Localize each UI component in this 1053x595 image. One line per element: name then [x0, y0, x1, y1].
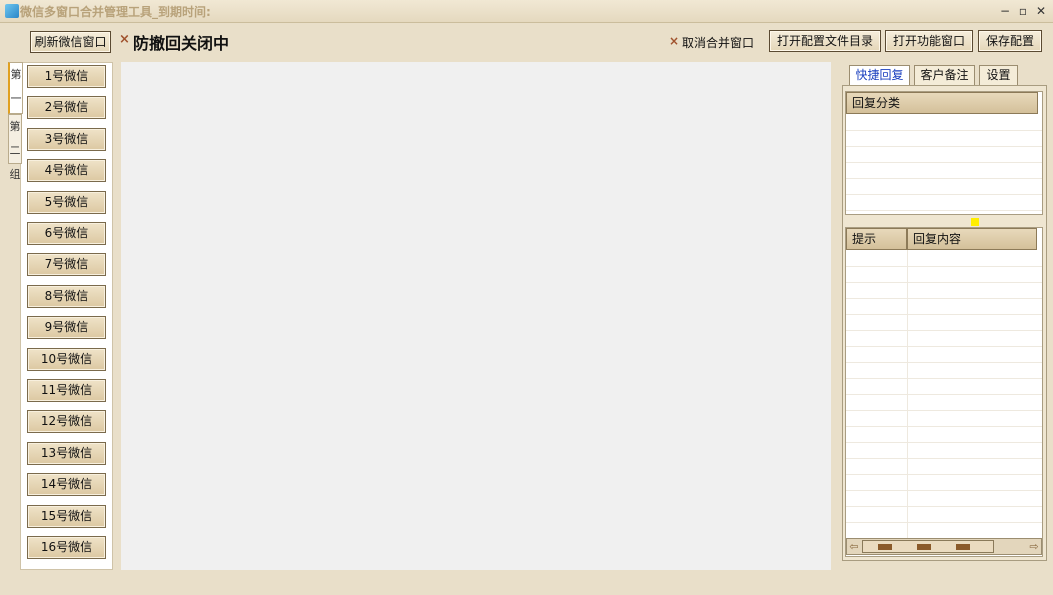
wechat-button-3[interactable]: 3号微信	[27, 127, 106, 151]
anti-recall-status: 防撤回关闭中	[133, 34, 230, 53]
wechat-button-10[interactable]: 10号微信	[27, 347, 106, 371]
scroll-left-icon[interactable]: ⇦	[847, 539, 861, 554]
window-title: 微信多窗口合并管理工具_到期时间:	[20, 5, 211, 19]
wechat-button-13[interactable]: 13号微信	[27, 441, 106, 465]
reply-category-grid[interactable]: 回复分类	[845, 91, 1043, 215]
maximize-button[interactable]: ▫	[1015, 3, 1031, 19]
anti-recall-icon: ×	[119, 32, 130, 47]
wechat-button-1[interactable]: 1号微信	[27, 65, 106, 88]
scroll-right-icon[interactable]: ⇨	[1027, 539, 1041, 554]
refresh-wechat-button[interactable]: 刷新微信窗口	[30, 31, 111, 53]
wechat-button-6[interactable]: 6号微信	[27, 222, 106, 245]
wechat-button-15[interactable]: 15号微信	[27, 504, 106, 528]
tab-customer-notes[interactable]: 客户备注	[914, 65, 975, 85]
cancel-merge-icon[interactable]: ×	[669, 34, 679, 48]
cancel-merge-link[interactable]: 取消合并窗口	[682, 34, 754, 51]
tab-settings[interactable]: 设置	[979, 65, 1018, 85]
group-tab-2[interactable]: 第二组	[8, 114, 22, 181]
open-config-dir-button[interactable]: 打开配置文件目录	[769, 30, 881, 52]
tab-quick-reply[interactable]: 快捷回复	[849, 65, 910, 86]
group-tab-1[interactable]: 第一组	[8, 62, 23, 129]
minimize-button[interactable]: −	[997, 3, 1013, 19]
wechat-button-12[interactable]: 12号微信	[27, 410, 106, 434]
wechat-button-5[interactable]: 5号微信	[27, 190, 106, 214]
wechat-button-16[interactable]: 16号微信	[27, 536, 106, 559]
wechat-button-2[interactable]: 2号微信	[27, 96, 106, 120]
wechat-button-9[interactable]: 9号微信	[27, 316, 106, 340]
splitter-handle[interactable]	[971, 218, 979, 226]
grid-header-category[interactable]: 回复分类	[846, 92, 1038, 114]
app-icon	[5, 4, 19, 18]
wechat-button-14[interactable]: 14号微信	[27, 473, 106, 497]
wechat-button-8[interactable]: 8号微信	[27, 284, 106, 308]
wechat-button-11[interactable]: 11号微信	[27, 379, 106, 402]
grid-header-content[interactable]: 回复内容	[907, 228, 1037, 250]
scroll-thumb[interactable]	[862, 540, 994, 553]
merged-window-area[interactable]	[121, 62, 831, 570]
wechat-button-4[interactable]: 4号微信	[27, 159, 106, 183]
reply-content-grid[interactable]: 提示 回复内容	[845, 227, 1043, 557]
wechat-button-7[interactable]: 7号微信	[27, 253, 106, 277]
title-bar: 微信多窗口合并管理工具_到期时间: − ▫ ✕	[0, 0, 1053, 23]
close-button[interactable]: ✕	[1033, 3, 1049, 19]
open-function-window-button[interactable]: 打开功能窗口	[885, 30, 973, 52]
horizontal-scrollbar[interactable]: ⇦ ⇨	[846, 538, 1042, 555]
save-config-button[interactable]: 保存配置	[978, 30, 1042, 52]
grid-header-hint[interactable]: 提示	[846, 228, 907, 250]
